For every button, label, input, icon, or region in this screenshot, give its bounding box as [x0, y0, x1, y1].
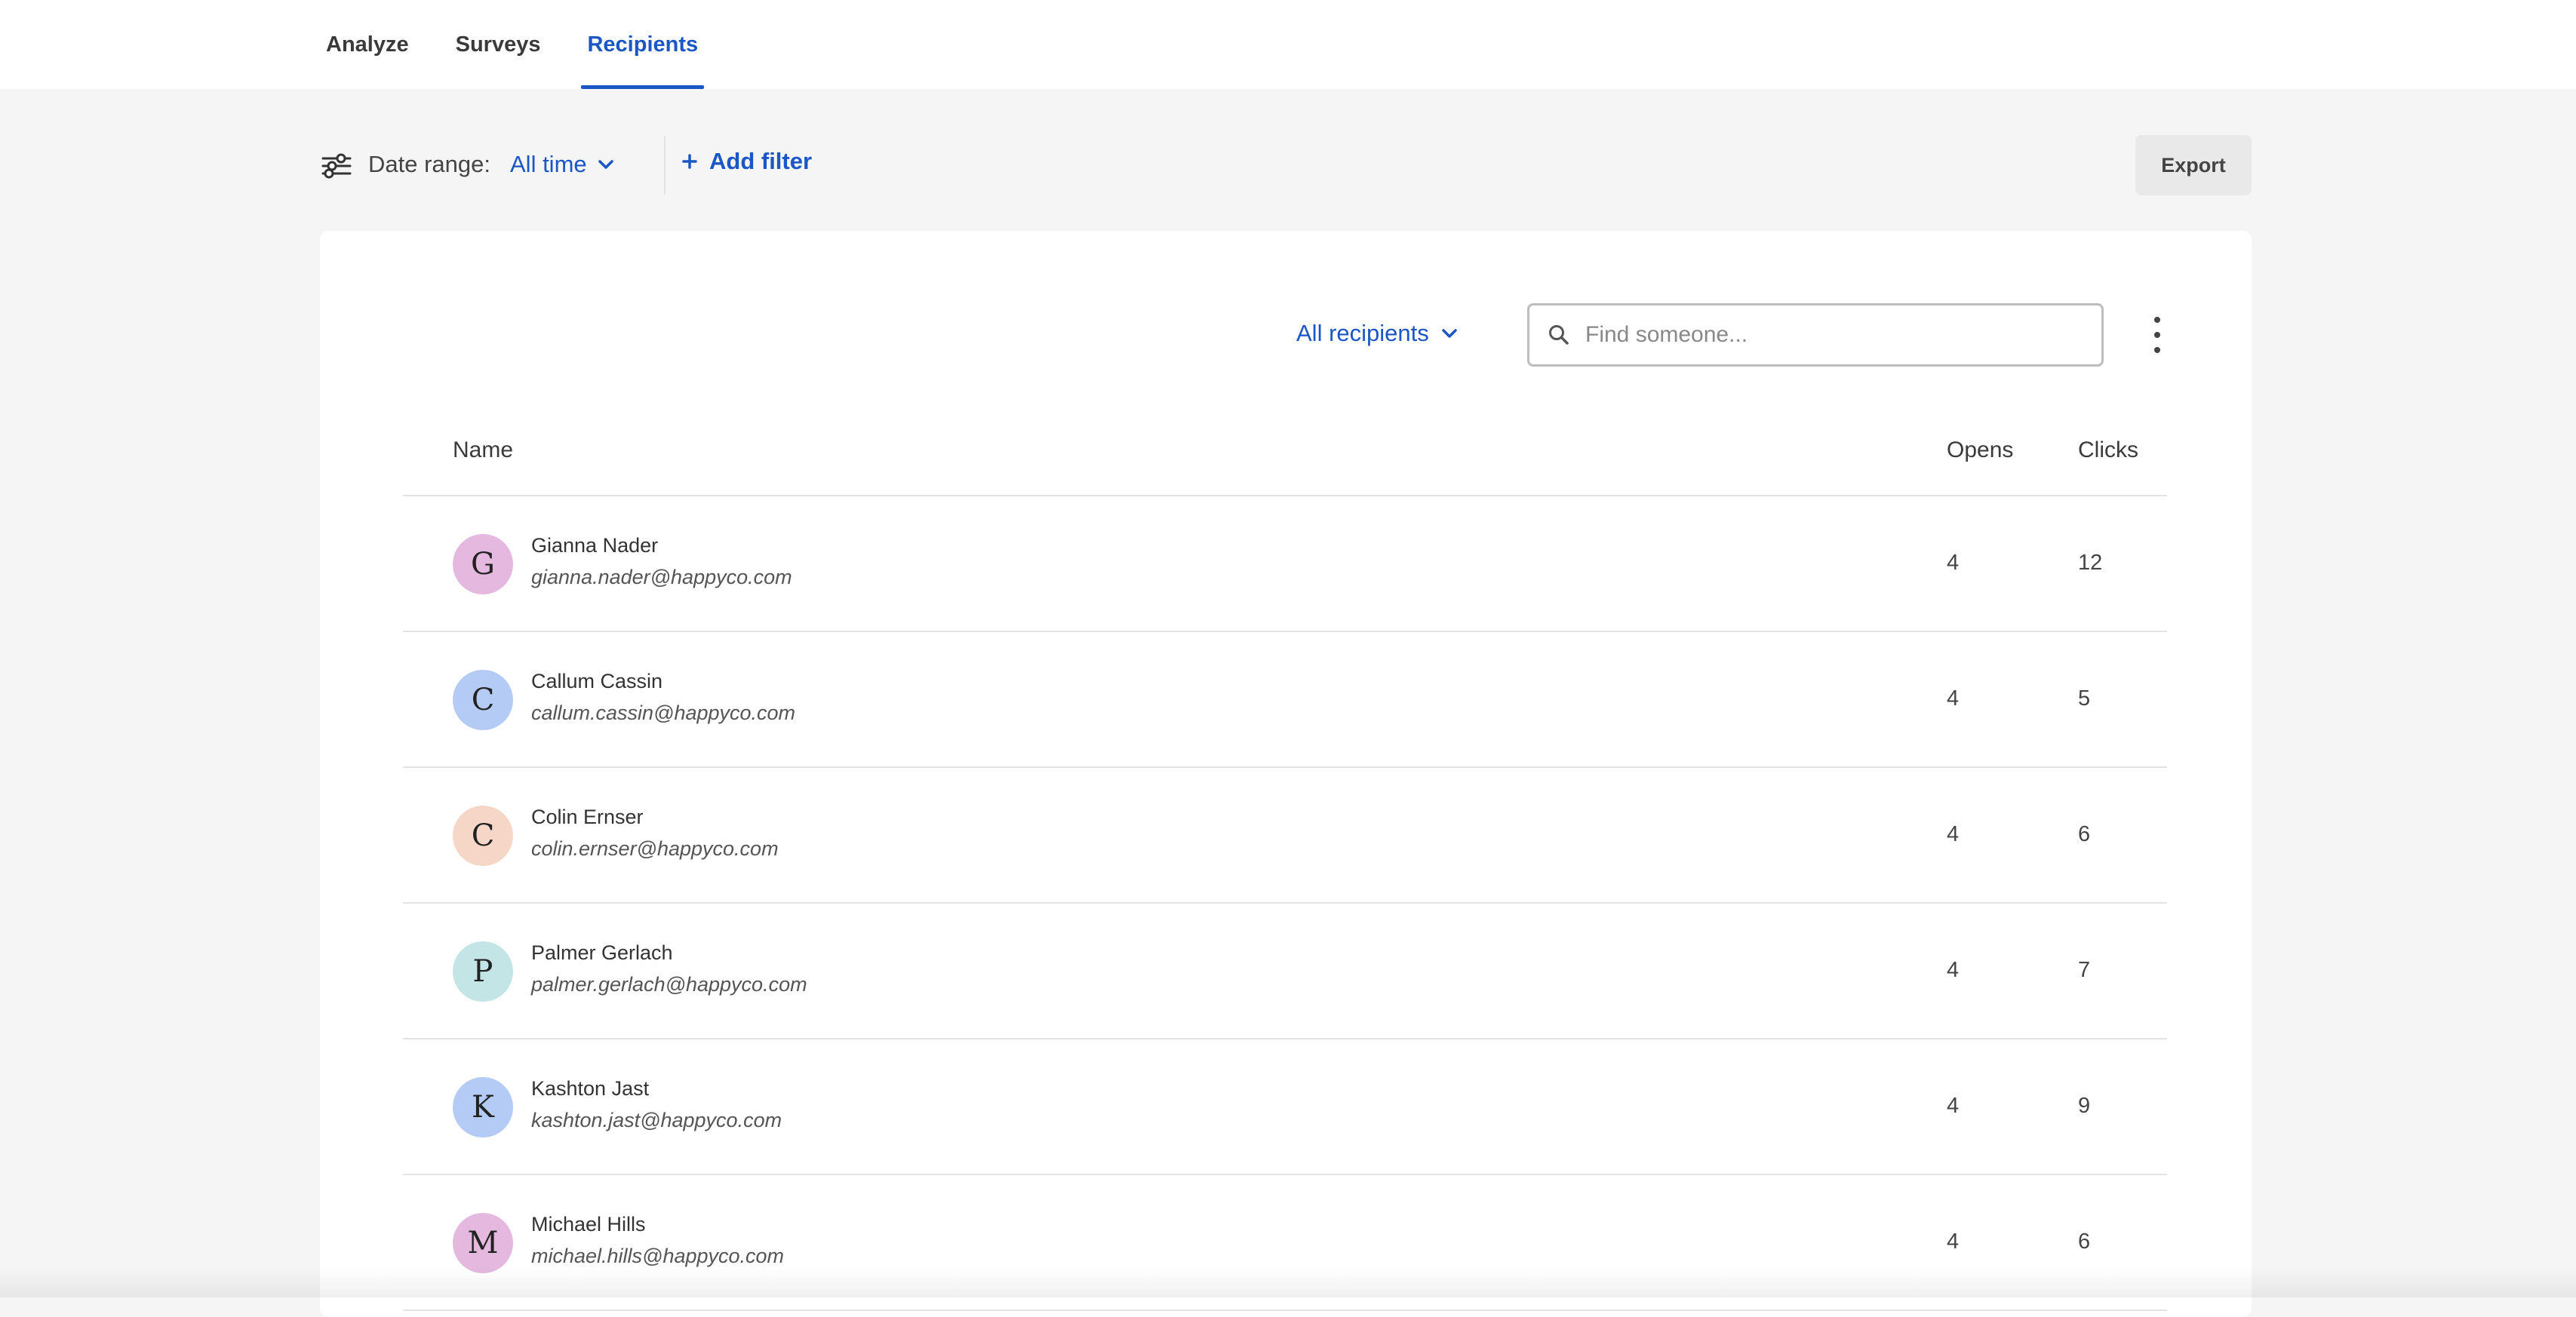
avatar: K	[453, 1077, 513, 1137]
tab-analyze[interactable]: Analyze	[320, 0, 415, 89]
opens-count: 4	[1947, 822, 1959, 847]
recipient-email: palmer.gerlach@happyco.com	[531, 973, 807, 996]
search-icon	[1548, 324, 1570, 346]
date-range-label: Date range:	[368, 151, 490, 178]
recipient-name: Colin Ernser	[531, 806, 644, 829]
filter-divider	[664, 136, 666, 195]
opens-count: 4	[1947, 686, 1959, 711]
recipient-name: Palmer Gerlach	[531, 941, 673, 965]
add-filter-button[interactable]: Add filter	[681, 148, 812, 175]
recipients-filter-label: All recipients	[1296, 320, 1429, 347]
column-header-opens[interactable]: Opens	[1947, 437, 2013, 463]
table-row[interactable]: C Colin Ernser colin.ernser@happyco.com …	[403, 768, 2167, 904]
recipient-name: Kashton Jast	[531, 1077, 649, 1101]
date-range-dropdown[interactable]: All time	[510, 151, 614, 178]
table-header: Name Opens Clicks	[403, 404, 2167, 496]
clicks-count: 9	[2078, 1094, 2090, 1119]
recipient-email: gianna.nader@happyco.com	[531, 566, 792, 589]
avatar: C	[453, 806, 513, 866]
tab-recipients[interactable]: Recipients	[581, 0, 704, 89]
recipient-email: colin.ernser@happyco.com	[531, 837, 779, 861]
plus-icon	[681, 152, 699, 170]
recipient-email: callum.cassin@happyco.com	[531, 701, 795, 725]
clicks-count: 6	[2078, 1230, 2090, 1254]
recipient-email: michael.hills@happyco.com	[531, 1245, 784, 1268]
top-nav-bar: Analyze Surveys Recipients	[0, 0, 2576, 89]
opens-count: 4	[1947, 1230, 1959, 1254]
recipient-name: Gianna Nader	[531, 534, 658, 557]
search-input[interactable]	[1584, 321, 2070, 348]
kebab-menu-icon[interactable]	[2146, 317, 2169, 353]
opens-count: 4	[1947, 1094, 1959, 1119]
column-header-name[interactable]: Name	[453, 437, 513, 463]
opens-count: 4	[1947, 958, 1959, 983]
avatar: G	[453, 534, 513, 594]
filter-bar: Date range: All time Add filter Export	[320, 133, 2252, 198]
recipients-filter-dropdown[interactable]: All recipients	[1296, 320, 1458, 347]
clicks-count: 7	[2078, 958, 2090, 983]
tab-bar: Analyze Surveys Recipients	[320, 0, 739, 89]
recipient-name: Michael Hills	[531, 1213, 646, 1236]
table-row[interactable]: P Palmer Gerlach palmer.gerlach@happyco.…	[403, 904, 2167, 1039]
table-row[interactable]: M Michael Hills michael.hills@happyco.co…	[403, 1175, 2167, 1311]
export-button[interactable]: Export	[2135, 135, 2252, 195]
chevron-down-icon	[1441, 328, 1458, 339]
avatar: P	[453, 941, 513, 1002]
search-field[interactable]	[1527, 303, 2104, 367]
chevron-down-icon	[598, 159, 614, 170]
date-range-value: All time	[510, 151, 587, 178]
column-header-clicks[interactable]: Clicks	[2078, 437, 2138, 463]
add-filter-label: Add filter	[709, 148, 812, 175]
clicks-count: 5	[2078, 686, 2090, 711]
avatar: C	[453, 670, 513, 730]
table-row[interactable]: G Gianna Nader gianna.nader@happyco.com …	[403, 496, 2167, 632]
clicks-count: 6	[2078, 822, 2090, 847]
sliders-icon[interactable]	[320, 149, 353, 183]
clicks-count: 12	[2078, 551, 2102, 576]
recipient-name: Callum Cassin	[531, 670, 662, 693]
avatar: M	[453, 1213, 513, 1273]
recipients-table: Name Opens Clicks G Gianna Nader gianna.…	[403, 404, 2167, 1311]
recipients-card: All recipients Name Opens Clicks G Giann…	[320, 231, 2252, 1317]
table-row[interactable]: C Callum Cassin callum.cassin@happyco.co…	[403, 632, 2167, 768]
opens-count: 4	[1947, 551, 1959, 576]
recipient-email: kashton.jast@happyco.com	[531, 1109, 782, 1132]
tab-surveys[interactable]: Surveys	[450, 0, 547, 89]
table-row[interactable]: K Kashton Jast kashton.jast@happyco.com …	[403, 1039, 2167, 1175]
